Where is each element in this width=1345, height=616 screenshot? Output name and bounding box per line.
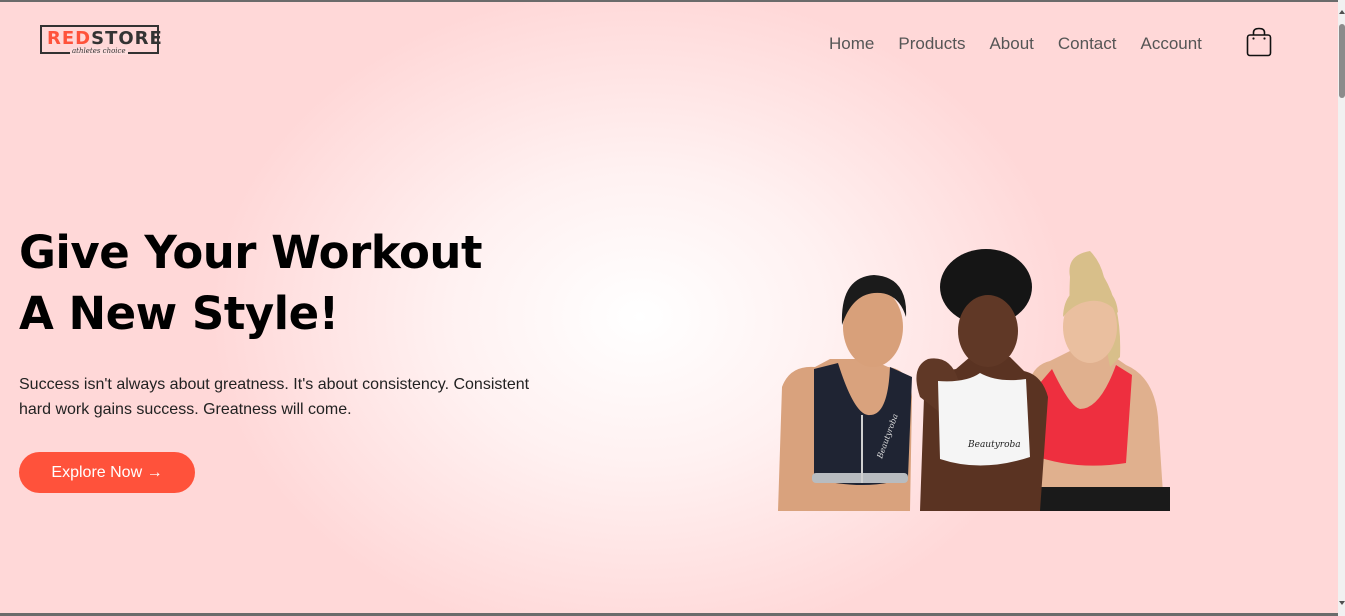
logo-wordmark: REDSTORE	[47, 29, 163, 49]
nav-contact[interactable]: Contact	[1058, 34, 1117, 54]
logo-tagline: athletes choice	[70, 47, 128, 55]
explore-now-button[interactable]: Explore Now →	[19, 452, 195, 493]
scroll-thumb[interactable]	[1339, 24, 1345, 98]
woman-left-figure	[778, 275, 912, 511]
hero-title: Give Your Workout A New Style!	[19, 222, 619, 344]
main-nav: Home Products About Contact Account	[829, 34, 1202, 54]
hero-desc-line2: hard work gains success. Greatness will …	[19, 401, 352, 418]
hero-desc-line1: Success isn't always about greatness. It…	[19, 376, 530, 393]
logo[interactable]: REDSTORE athletes choice	[40, 25, 162, 55]
shopping-bag-icon[interactable]	[1246, 27, 1272, 57]
hero-title-line1: Give Your Workout	[19, 226, 482, 279]
scroll-down-arrow-icon[interactable]	[1339, 601, 1345, 605]
woman-center-figure: Beautyroba	[916, 249, 1048, 511]
logo-dark-text: STORE	[91, 28, 163, 49]
nav-products[interactable]: Products	[898, 34, 965, 54]
nav-account[interactable]: Account	[1140, 34, 1201, 54]
hero-title-line2: A New Style!	[19, 287, 339, 340]
bra-logo-text: Beautyroba	[967, 440, 1021, 450]
nav-about[interactable]: About	[989, 34, 1033, 54]
logo-red-text: RED	[47, 28, 92, 49]
woman-right-figure	[1028, 251, 1170, 511]
vertical-scrollbar[interactable]	[1338, 0, 1345, 616]
hero-description: Success isn't always about greatness. It…	[19, 372, 619, 422]
scroll-up-arrow-icon[interactable]	[1339, 10, 1345, 14]
nav-home[interactable]: Home	[829, 34, 874, 54]
hero-image-three-women: Beautyroba Beautyroba	[778, 249, 1170, 511]
hero-section: REDSTORE athletes choice Home Products A…	[0, 2, 1338, 613]
